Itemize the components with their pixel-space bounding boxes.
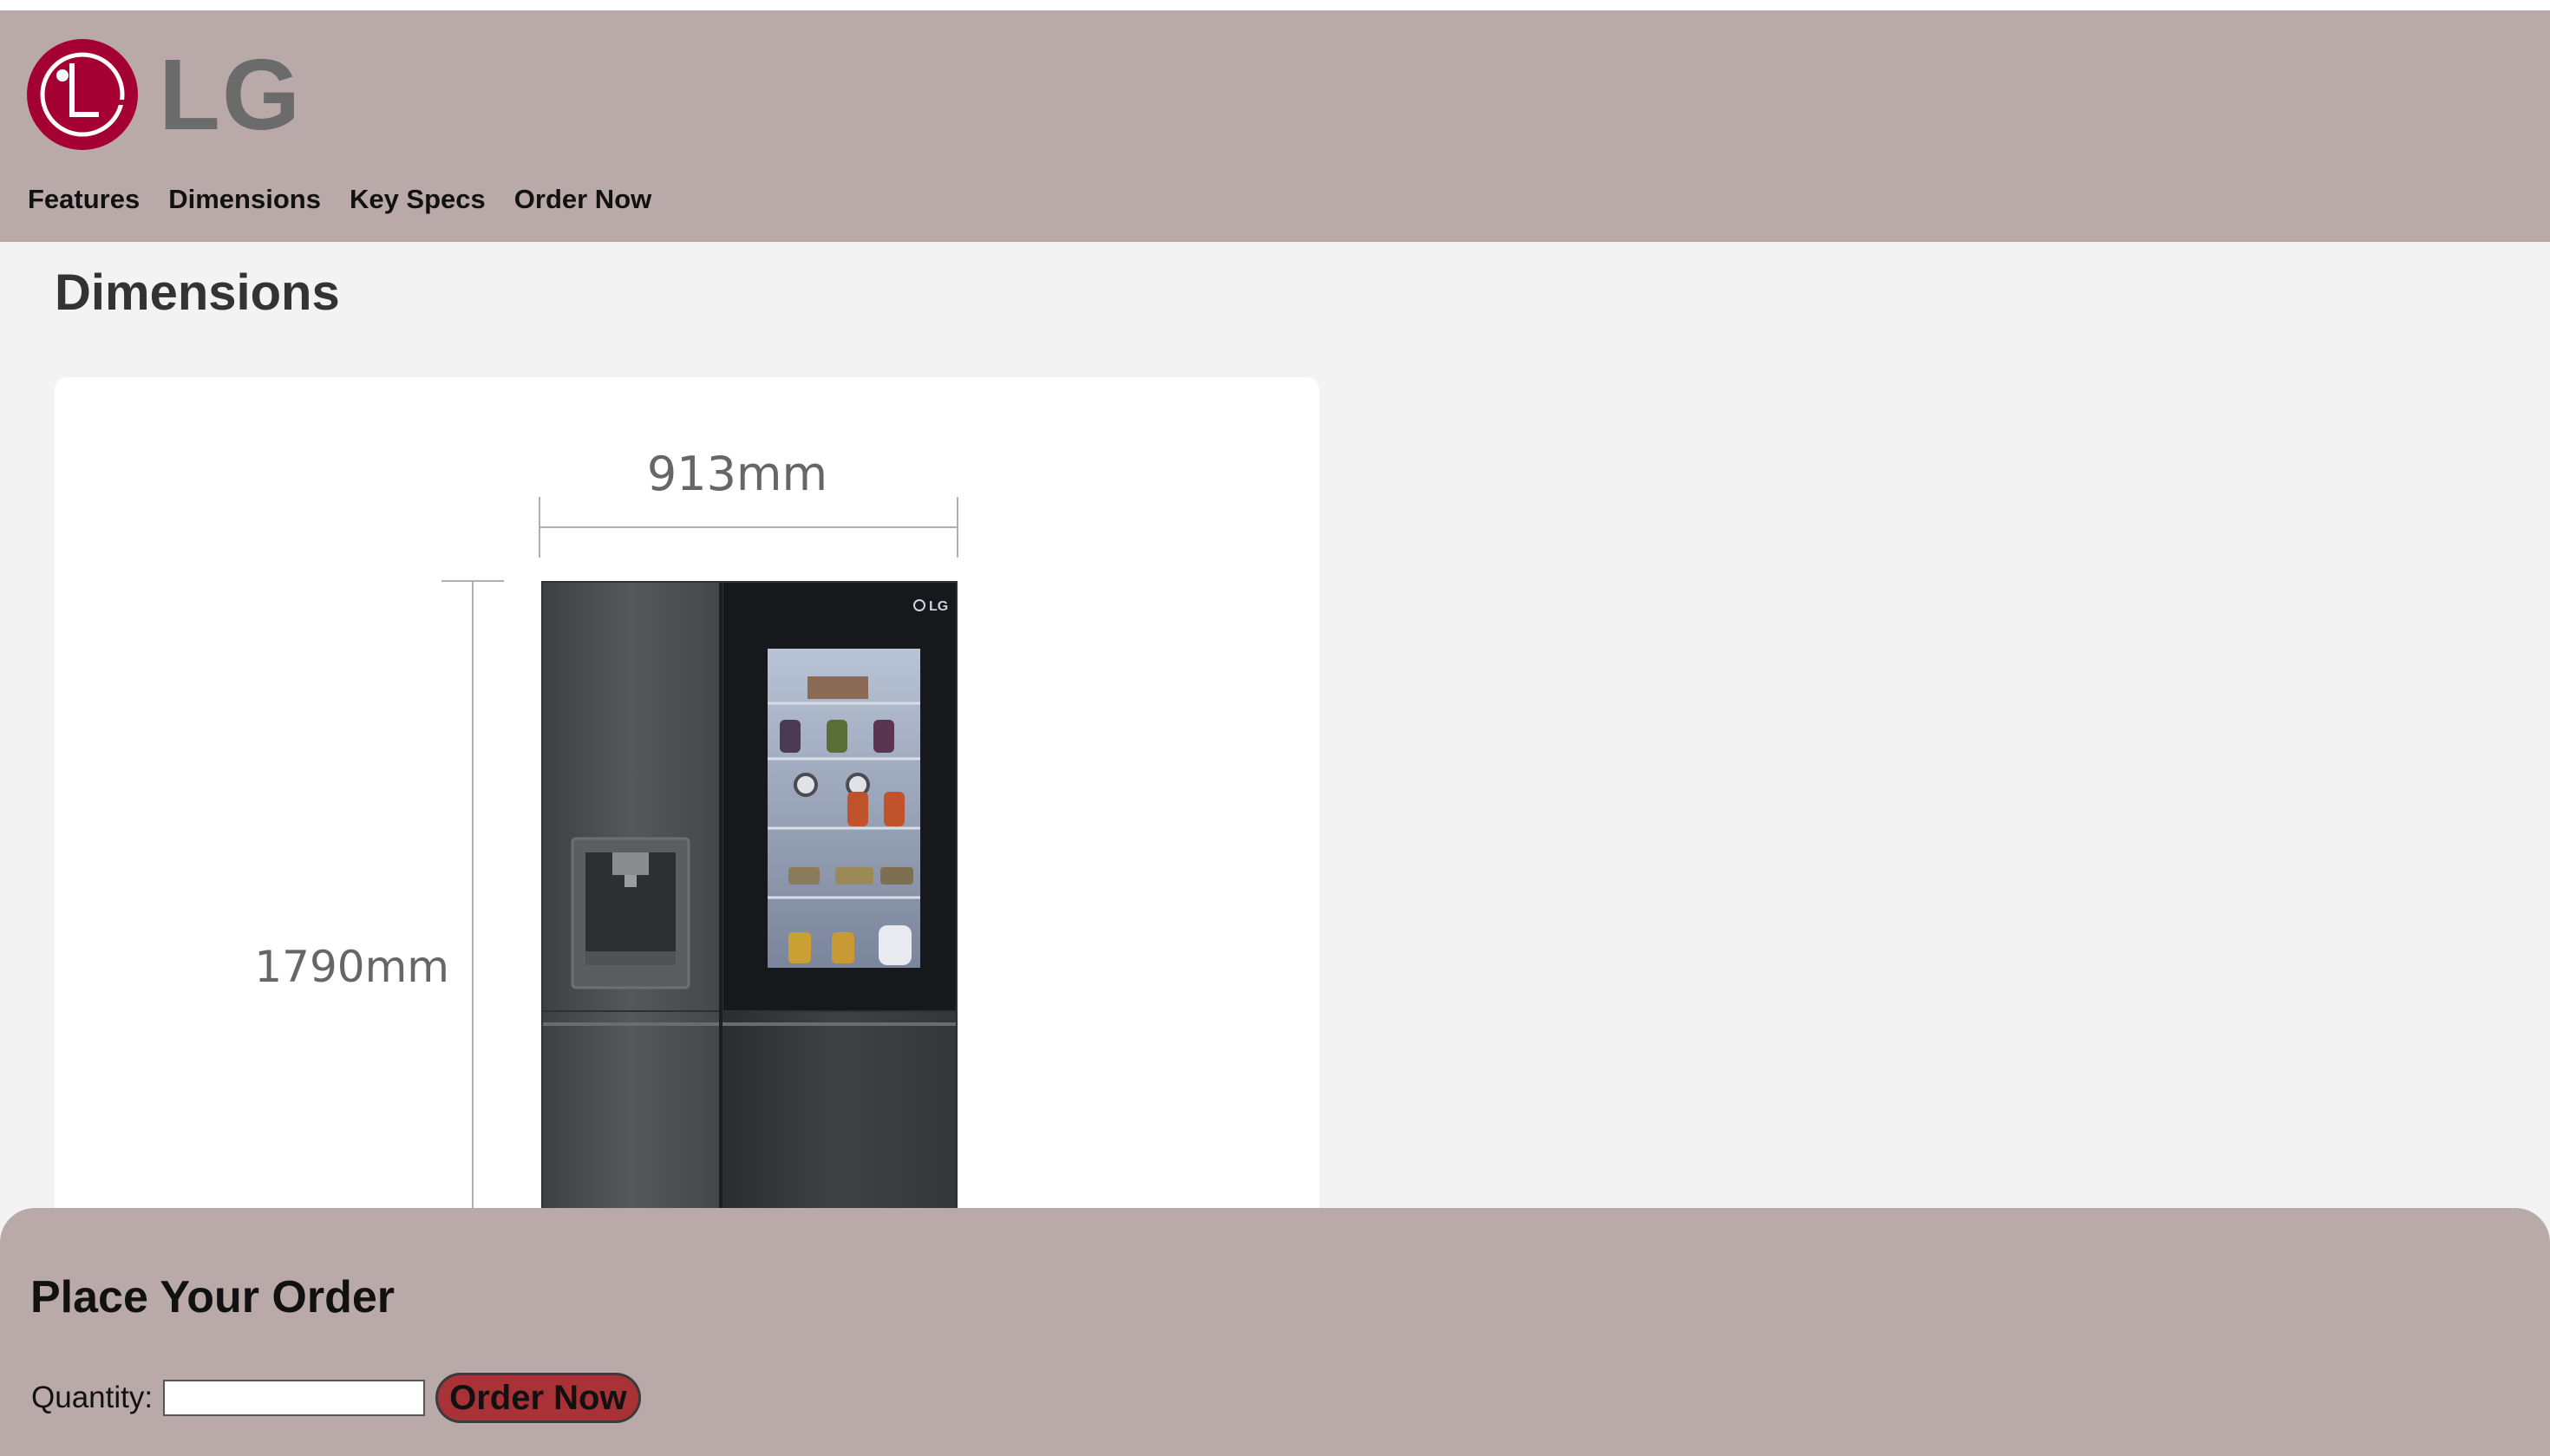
height-dimension-line: [441, 580, 504, 1244]
fridge-dimension-diagram: 913mm 1790mm LG: [254, 447, 958, 1244]
nav-features[interactable]: Features: [28, 184, 140, 215]
nav-order-now[interactable]: Order Now: [514, 184, 651, 215]
width-label: 913mm: [647, 447, 827, 501]
fridge-lg-badge: LG: [929, 599, 948, 614]
dimensions-card: 913mm 1790mm LG: [55, 377, 1319, 1244]
dimensions-heading: Dimensions: [55, 264, 340, 321]
lg-wordmark: LG: [159, 38, 303, 151]
lg-logo[interactable]: LG: [27, 39, 302, 150]
order-form: Quantity: Order Now: [31, 1373, 641, 1423]
order-now-button[interactable]: Order Now: [435, 1373, 641, 1423]
nav-dimensions[interactable]: Dimensions: [168, 184, 321, 215]
width-dimension-line: [539, 497, 958, 558]
height-label: 1790mm: [254, 942, 449, 992]
site-header: LG Features Dimensions Key Specs Order N…: [0, 10, 2550, 242]
main-nav: Features Dimensions Key Specs Order Now: [28, 184, 680, 215]
quantity-label: Quantity:: [31, 1381, 154, 1414]
top-edge-strip: [0, 0, 2550, 10]
refrigerator-image: LG: [541, 581, 958, 1244]
order-panel: Place Your Order Quantity: Order Now: [0, 1208, 2550, 1456]
quantity-input[interactable]: [163, 1380, 426, 1416]
lg-logo-icon: [27, 39, 138, 150]
nav-key-specs[interactable]: Key Specs: [350, 184, 486, 215]
order-heading: Place Your Order: [30, 1272, 396, 1322]
